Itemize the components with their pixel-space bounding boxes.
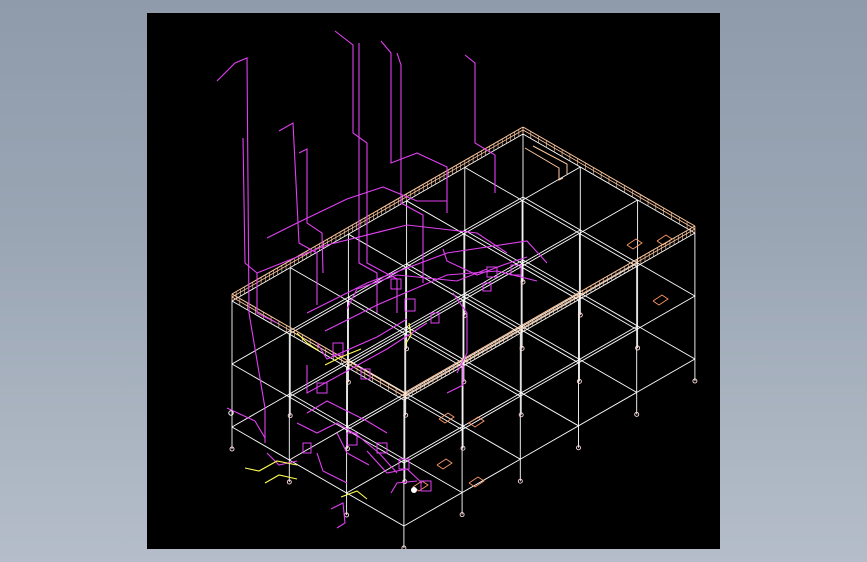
pipe-run — [266, 452, 298, 466]
floor-opening — [626, 238, 643, 250]
equipment — [482, 282, 492, 292]
floor-opening — [438, 412, 455, 424]
beam-long — [346, 325, 638, 494]
beam-long — [403, 358, 696, 527]
beam-short — [289, 393, 463, 493]
node-marker — [228, 410, 234, 416]
pipe-run — [266, 186, 447, 239]
beam-short — [231, 426, 405, 527]
beam-short — [348, 233, 521, 334]
accent-line — [264, 474, 298, 484]
pipe-run — [380, 40, 448, 213]
equipment — [390, 278, 402, 290]
pipe-run — [366, 450, 423, 484]
beam-short — [348, 296, 521, 397]
beam-short — [406, 200, 579, 301]
piping-system — [216, 30, 548, 529]
pipe-run — [396, 52, 424, 283]
structural-frame — [229, 133, 698, 549]
beam-short — [464, 230, 637, 330]
stair — [524, 147, 564, 181]
pipe-run — [334, 30, 398, 313]
beam-short — [522, 196, 696, 297]
beam-long — [289, 166, 581, 335]
pipe-run — [464, 54, 496, 193]
isometric-drawing — [216, 30, 698, 549]
pipe-run — [316, 318, 408, 360]
floor-openings — [412, 234, 673, 492]
floor-opening — [436, 458, 453, 470]
pipe-run — [256, 224, 508, 274]
pipe-run — [358, 43, 378, 313]
pipe-run — [336, 432, 370, 466]
pipe-run — [216, 57, 266, 443]
cad-3d-viewport[interactable] — [147, 13, 720, 549]
pipe-run — [330, 502, 346, 529]
pipe-run — [278, 122, 318, 305]
floor-opening — [468, 476, 485, 488]
floor-opening — [652, 294, 669, 306]
beam-short — [464, 167, 637, 267]
valve-marker — [411, 487, 417, 493]
beam-short — [231, 363, 405, 464]
beam-long — [403, 295, 696, 464]
